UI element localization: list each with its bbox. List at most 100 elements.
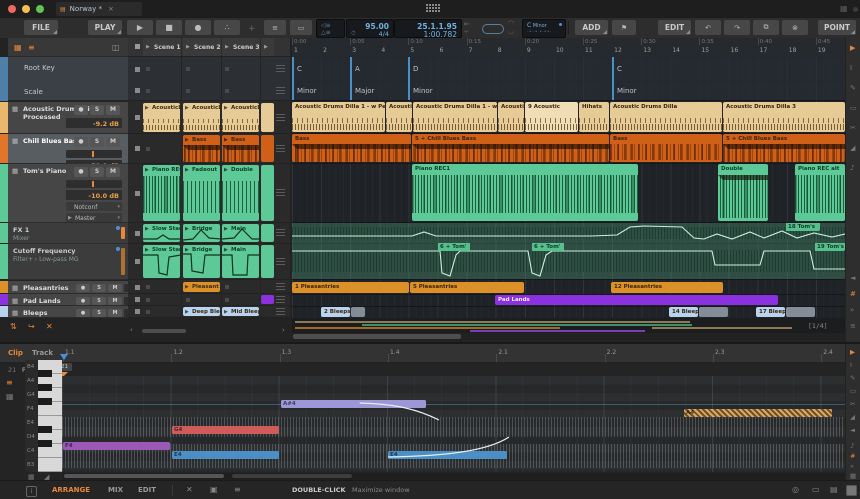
tab-clip[interactable]: Clip	[8, 350, 23, 357]
launcher-clip-partial[interactable]	[261, 224, 274, 243]
record-arm-button[interactable]: ●	[74, 137, 88, 147]
record-quantize-icon[interactable]: ⑂	[464, 29, 468, 36]
track-launcher-options-icon[interactable]	[276, 296, 285, 303]
monitor-icon[interactable]: ▭	[812, 486, 820, 494]
list-view-icon[interactable]: ≡	[28, 43, 35, 52]
zoom-window-button[interactable]	[36, 5, 44, 13]
mute-button[interactable]: M	[108, 284, 122, 292]
arranger-clip[interactable]: 2 Bleeps	[321, 307, 350, 317]
clip-stop-button[interactable]	[135, 309, 140, 314]
launcher-scrollbar[interactable]	[140, 328, 280, 334]
clip-stop-button[interactable]	[135, 146, 140, 151]
midi-note-g4[interactable]: G4	[172, 426, 279, 434]
track-launcher-options-icon[interactable]	[276, 189, 285, 196]
metronome-panel[interactable]: ◁≡ △≡	[316, 19, 345, 38]
launcher-clip[interactable]: ▶Mid Bleep	[222, 307, 259, 317]
layers-tool[interactable]: ≡	[850, 322, 856, 330]
track-header-pad-lands[interactable]: ▦Pad Lands●SM	[8, 294, 128, 306]
arranger-clip[interactable]: Acoustic Drums Dilla	[610, 102, 722, 132]
empty-clip-slot[interactable]	[146, 89, 150, 93]
empty-clip-slot[interactable]	[225, 298, 229, 302]
launcher-clip[interactable]: ▶AcousticDr	[183, 103, 220, 133]
track-launcher-options-icon[interactable]	[276, 229, 285, 236]
empty-clip-slot[interactable]	[146, 285, 150, 289]
record-arm-button[interactable]: ●	[74, 105, 88, 115]
scene-play-icon[interactable]: ▶	[186, 44, 190, 50]
scene-play-icon[interactable]: ▶	[225, 44, 229, 50]
routing-chooser[interactable]: ▶Master▾	[66, 213, 122, 222]
clear-icon[interactable]: ✕	[46, 322, 53, 331]
zoom-out-tool[interactable]: »	[850, 306, 854, 314]
arranger-clip[interactable]: 17 Bleeps	[756, 307, 785, 317]
pen-tool[interactable]: ✎	[850, 84, 856, 92]
automation-clip-label[interactable]: 19 Tom's	[815, 243, 845, 251]
midi-note-e4[interactable]: E4	[388, 451, 507, 459]
play-menu-button[interactable]: PLAY	[88, 20, 122, 35]
play-button[interactable]: ▶	[127, 20, 153, 35]
position-display[interactable]: 25.1.1.95 1:00.782	[394, 19, 462, 38]
record-arm-button[interactable]: ●	[76, 309, 90, 317]
clip-play-icon[interactable]: ▶	[185, 284, 189, 290]
global-track-row-root-key[interactable]: Root Key	[8, 57, 128, 82]
solo-button[interactable]: S	[92, 284, 106, 292]
time-signature[interactable]: 4/4	[379, 31, 389, 38]
stop-all-clips-button[interactable]	[135, 44, 140, 49]
track-launcher-options-icon[interactable]	[276, 258, 285, 265]
arranger-clip[interactable]: 5 + Chill Blues Bass	[723, 134, 845, 162]
volume-fader[interactable]	[66, 150, 122, 158]
record-button[interactable]: ●	[185, 20, 211, 35]
launcher-clip-partial[interactable]	[261, 135, 274, 163]
eraser-tool[interactable]: ▭	[850, 387, 856, 395]
midi-note-a4[interactable]: A4	[684, 409, 832, 417]
empty-clip-slot[interactable]	[146, 147, 150, 151]
arranger-clip[interactable]: Acoustic Drums Dilla 3	[723, 102, 845, 132]
key-change-marker[interactable]	[292, 57, 294, 81]
scale-change-marker[interactable]	[292, 81, 294, 100]
marker-button[interactable]: ⚑	[612, 20, 636, 35]
groove-button[interactable]: ∴	[214, 20, 240, 35]
launcher-clip[interactable]: ▶Slow Start	[143, 245, 180, 279]
solo-button[interactable]: S	[92, 309, 106, 317]
fade-tool[interactable]: ◢	[850, 144, 855, 152]
track-launcher-options-icon[interactable]	[276, 114, 285, 121]
minimize-window-button[interactable]	[22, 5, 30, 13]
arranger-scrollbar[interactable]	[292, 333, 845, 340]
track-launcher-options-icon[interactable]	[276, 283, 285, 290]
key-change-marker[interactable]	[350, 57, 352, 81]
mixer-view-icon[interactable]: ◫	[112, 43, 120, 52]
black-key[interactable]	[38, 426, 52, 433]
launcher-clip[interactable]: ▶Double	[222, 165, 259, 222]
knife-tool[interactable]: ✂	[850, 124, 856, 132]
keyboard-tool[interactable]: ▦	[850, 472, 856, 480]
mute-button[interactable]: M	[108, 309, 122, 317]
arranger-clip[interactable]: 5 + Chill Blues Bass	[412, 134, 609, 162]
empty-clip-slot[interactable]	[186, 298, 190, 302]
punch-in-icon[interactable]: ◠	[508, 20, 514, 27]
white-key[interactable]	[38, 458, 62, 472]
grid-tool[interactable]: #	[850, 452, 855, 460]
preroll-icon[interactable]: ⇤	[464, 21, 470, 28]
launcher-scroll-thumb[interactable]	[142, 329, 186, 333]
info-icon[interactable]: i	[26, 486, 37, 497]
drum-editor-mode-icon[interactable]: ▦	[6, 392, 14, 401]
arrangement-overview[interactable]	[292, 318, 845, 340]
clip-play-icon[interactable]: ▶	[185, 105, 189, 111]
dashboard-icon[interactable]: ▦	[840, 5, 848, 13]
midi-note-e4[interactable]: E4	[172, 451, 279, 459]
key-change-marker[interactable]	[408, 57, 410, 81]
track-header-bleeps[interactable]: ▦Bleeps●SM	[8, 306, 128, 318]
launcher-clip[interactable]: ▶Fadeout	[183, 165, 220, 222]
track-header-cutoff-frequency[interactable]: Cutoff FrequencyFilter+ › Low-pass MG	[8, 244, 128, 280]
scale-change-marker[interactable]	[612, 81, 614, 100]
record-arm-button[interactable]: ●	[76, 297, 90, 305]
scene-play-icon[interactable]: ▶	[146, 44, 150, 50]
add-device-icon[interactable]: +	[248, 25, 256, 34]
empty-clip-slot[interactable]	[186, 67, 190, 71]
note-grid[interactable]: F4C4G4E4A#4E4B3A4C4	[62, 376, 845, 472]
launcher-scroll-right[interactable]: ›	[282, 326, 285, 334]
arranger-clip[interactable]: Pad Lands	[495, 295, 778, 305]
output-chooser[interactable]: Notconf▾	[66, 202, 122, 211]
clip-stop-button[interactable]	[135, 231, 140, 236]
arranger-clip[interactable]: Acoustic D	[498, 102, 524, 132]
arranger-ruler[interactable]: 0:000:050:100:150:200:250:300:350:400:45…	[292, 38, 845, 58]
